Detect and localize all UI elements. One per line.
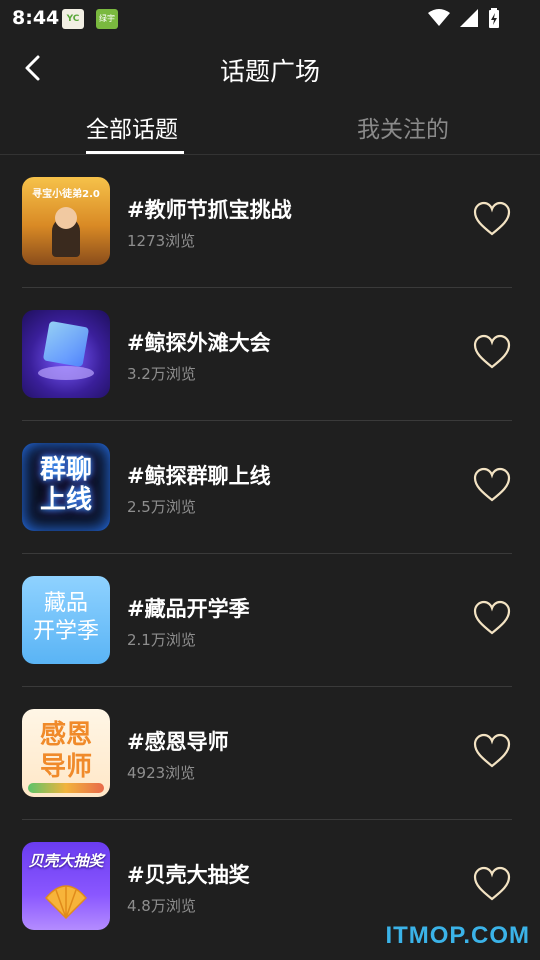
topic-thumbnail: 贝壳大抽奖: [22, 842, 110, 930]
topic-view-count: 1273浏览: [127, 232, 196, 250]
notification-app-icon-2: 绿宇: [96, 9, 118, 29]
page-title: 话题广场: [219, 57, 320, 86]
topic-thumbnail: 感恩 导师: [22, 709, 110, 797]
notification-app-icon: YC: [62, 9, 84, 29]
topic-item[interactable]: 群聊 上线 #鲸探群聊上线 2.5万浏览: [0, 421, 540, 554]
heart-outline-icon[interactable]: [472, 332, 512, 372]
topic-thumbnail: 寻宝小徒弟2.0: [22, 177, 110, 265]
top-bar: 话题广场: [0, 36, 540, 100]
topic-title: #藏品开学季: [127, 597, 250, 621]
tab-all-topics[interactable]: 全部话题: [86, 110, 178, 144]
topic-view-count: 4923浏览: [127, 764, 196, 782]
topic-view-count: 2.1万浏览: [127, 631, 196, 649]
topic-thumbnail: [22, 310, 110, 398]
topic-item[interactable]: 寻宝小徒弟2.0 #教师节抓宝挑战 1273浏览: [0, 155, 540, 288]
topic-title: #鲸探外滩大会: [127, 331, 271, 355]
tab-following[interactable]: 我关注的: [357, 110, 449, 144]
heart-outline-icon[interactable]: [472, 598, 512, 638]
thumbnail-caption: 群聊 上线: [39, 455, 92, 515]
tab-active-indicator: [86, 151, 184, 154]
topic-item[interactable]: 感恩 导师 #感恩导师 4923浏览: [0, 687, 540, 820]
topic-item[interactable]: #鲸探外滩大会 3.2万浏览: [0, 288, 540, 421]
topic-item[interactable]: 藏品 开学季 #藏品开学季 2.1万浏览: [0, 554, 540, 687]
heart-outline-icon[interactable]: [472, 465, 512, 505]
thumbnail-caption: 寻宝小徒弟2.0: [32, 189, 100, 200]
thumbnail-caption: 藏品 开学季: [32, 591, 99, 644]
heart-outline-icon[interactable]: [472, 199, 512, 239]
topic-thumbnail: 藏品 开学季: [22, 576, 110, 664]
system-icons: [428, 8, 500, 28]
topic-view-count: 4.8万浏览: [127, 897, 196, 915]
topic-title: #教师节抓宝挑战: [127, 198, 292, 222]
topic-view-count: 2.5万浏览: [127, 498, 196, 516]
thumbnail-caption: 感恩 导师: [39, 720, 92, 782]
tab-bar: 全部话题 我关注的: [0, 100, 540, 155]
signal-icon: [460, 9, 478, 27]
heart-outline-icon[interactable]: [472, 731, 512, 771]
topic-view-count: 3.2万浏览: [127, 365, 196, 383]
thumbnail-caption: 贝壳大抽奖: [28, 852, 104, 870]
topic-thumbnail: 群聊 上线: [22, 443, 110, 531]
status-bar: 8:44 YC 绿宇: [0, 0, 540, 36]
topic-list: 寻宝小徒弟2.0 #教师节抓宝挑战 1273浏览 #鲸探外滩大会 3.2万浏览 …: [0, 155, 540, 953]
heart-outline-icon[interactable]: [472, 864, 512, 904]
wifi-icon: [428, 9, 450, 26]
topic-title: #感恩导师: [127, 730, 229, 754]
status-time: 8:44: [12, 7, 60, 29]
topic-title: #贝壳大抽奖: [127, 863, 250, 887]
topic-title: #鲸探群聊上线: [127, 464, 271, 488]
shell-icon: [44, 885, 88, 920]
watermark: ITMOP.COM: [385, 922, 530, 949]
battery-icon: [489, 8, 499, 28]
